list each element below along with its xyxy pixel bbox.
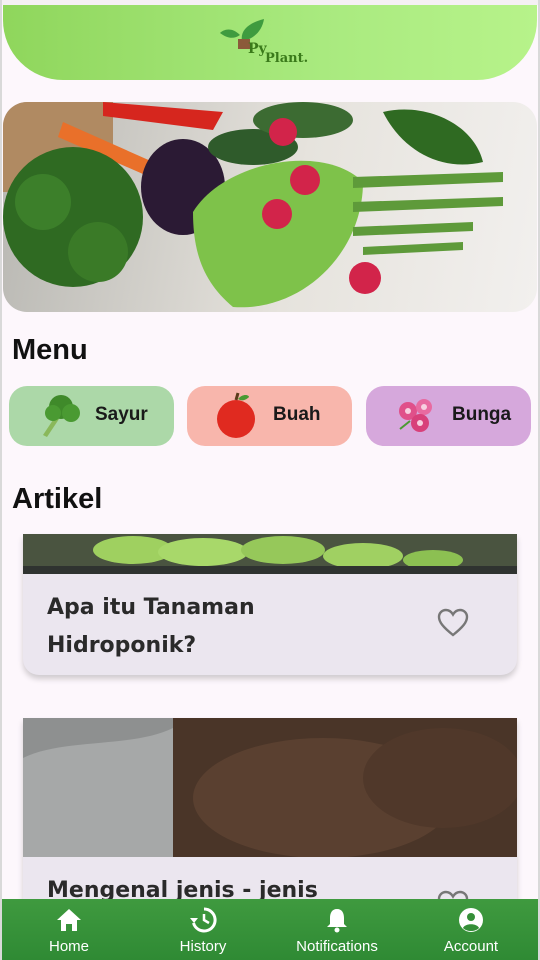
vegetables-illustration [3, 102, 503, 308]
nav-account[interactable]: Account [404, 899, 538, 960]
article-heading: Artikel [12, 483, 103, 515]
app-logo: Py Plant. [220, 13, 320, 69]
nav-home[interactable]: Home [2, 899, 136, 960]
bell-icon [327, 909, 347, 933]
broccoli-icon [43, 395, 80, 437]
flower-icon [399, 399, 432, 432]
logo-plant-text: Plant. [265, 51, 309, 66]
menu-sayur-button[interactable]: Sayur [9, 386, 174, 446]
logo-py-text: Py [248, 41, 267, 57]
favorite-heart-icon[interactable] [437, 608, 469, 638]
history-icon [190, 907, 217, 933]
nav-history-label: History [179, 938, 227, 955]
article-image-soil [23, 718, 517, 857]
nav-account-label: Account [443, 938, 499, 955]
nav-home-label: Home [48, 938, 89, 955]
menu-bunga-label: Bunga [452, 404, 512, 425]
nav-history[interactable]: History [136, 899, 270, 960]
article-title: Apa itu Tanaman Hidroponik? [47, 595, 255, 658]
account-icon [459, 908, 483, 932]
hero-vegetables-image [3, 102, 537, 312]
nav-notifications[interactable]: Notifications [270, 899, 404, 960]
article-card[interactable]: Mengenal jenis - jenis [23, 718, 517, 919]
menu-buah-button[interactable]: Buah [187, 386, 352, 446]
menu-bunga-button[interactable]: Bunga [366, 386, 531, 446]
bottom-navigation: Home History Notifications Account [2, 899, 538, 960]
article-card[interactable]: Apa itu Tanaman Hidroponik? [23, 534, 517, 675]
app-header: Py Plant. [3, 5, 537, 80]
apple-icon [217, 392, 255, 438]
home-icon [57, 909, 81, 931]
menu-heading: Menu [12, 334, 88, 366]
article-image-hydroponic [23, 534, 517, 574]
menu-buah-label: Buah [273, 404, 321, 425]
menu-sayur-label: Sayur [95, 404, 148, 425]
nav-notifications-label: Notifications [296, 938, 378, 955]
